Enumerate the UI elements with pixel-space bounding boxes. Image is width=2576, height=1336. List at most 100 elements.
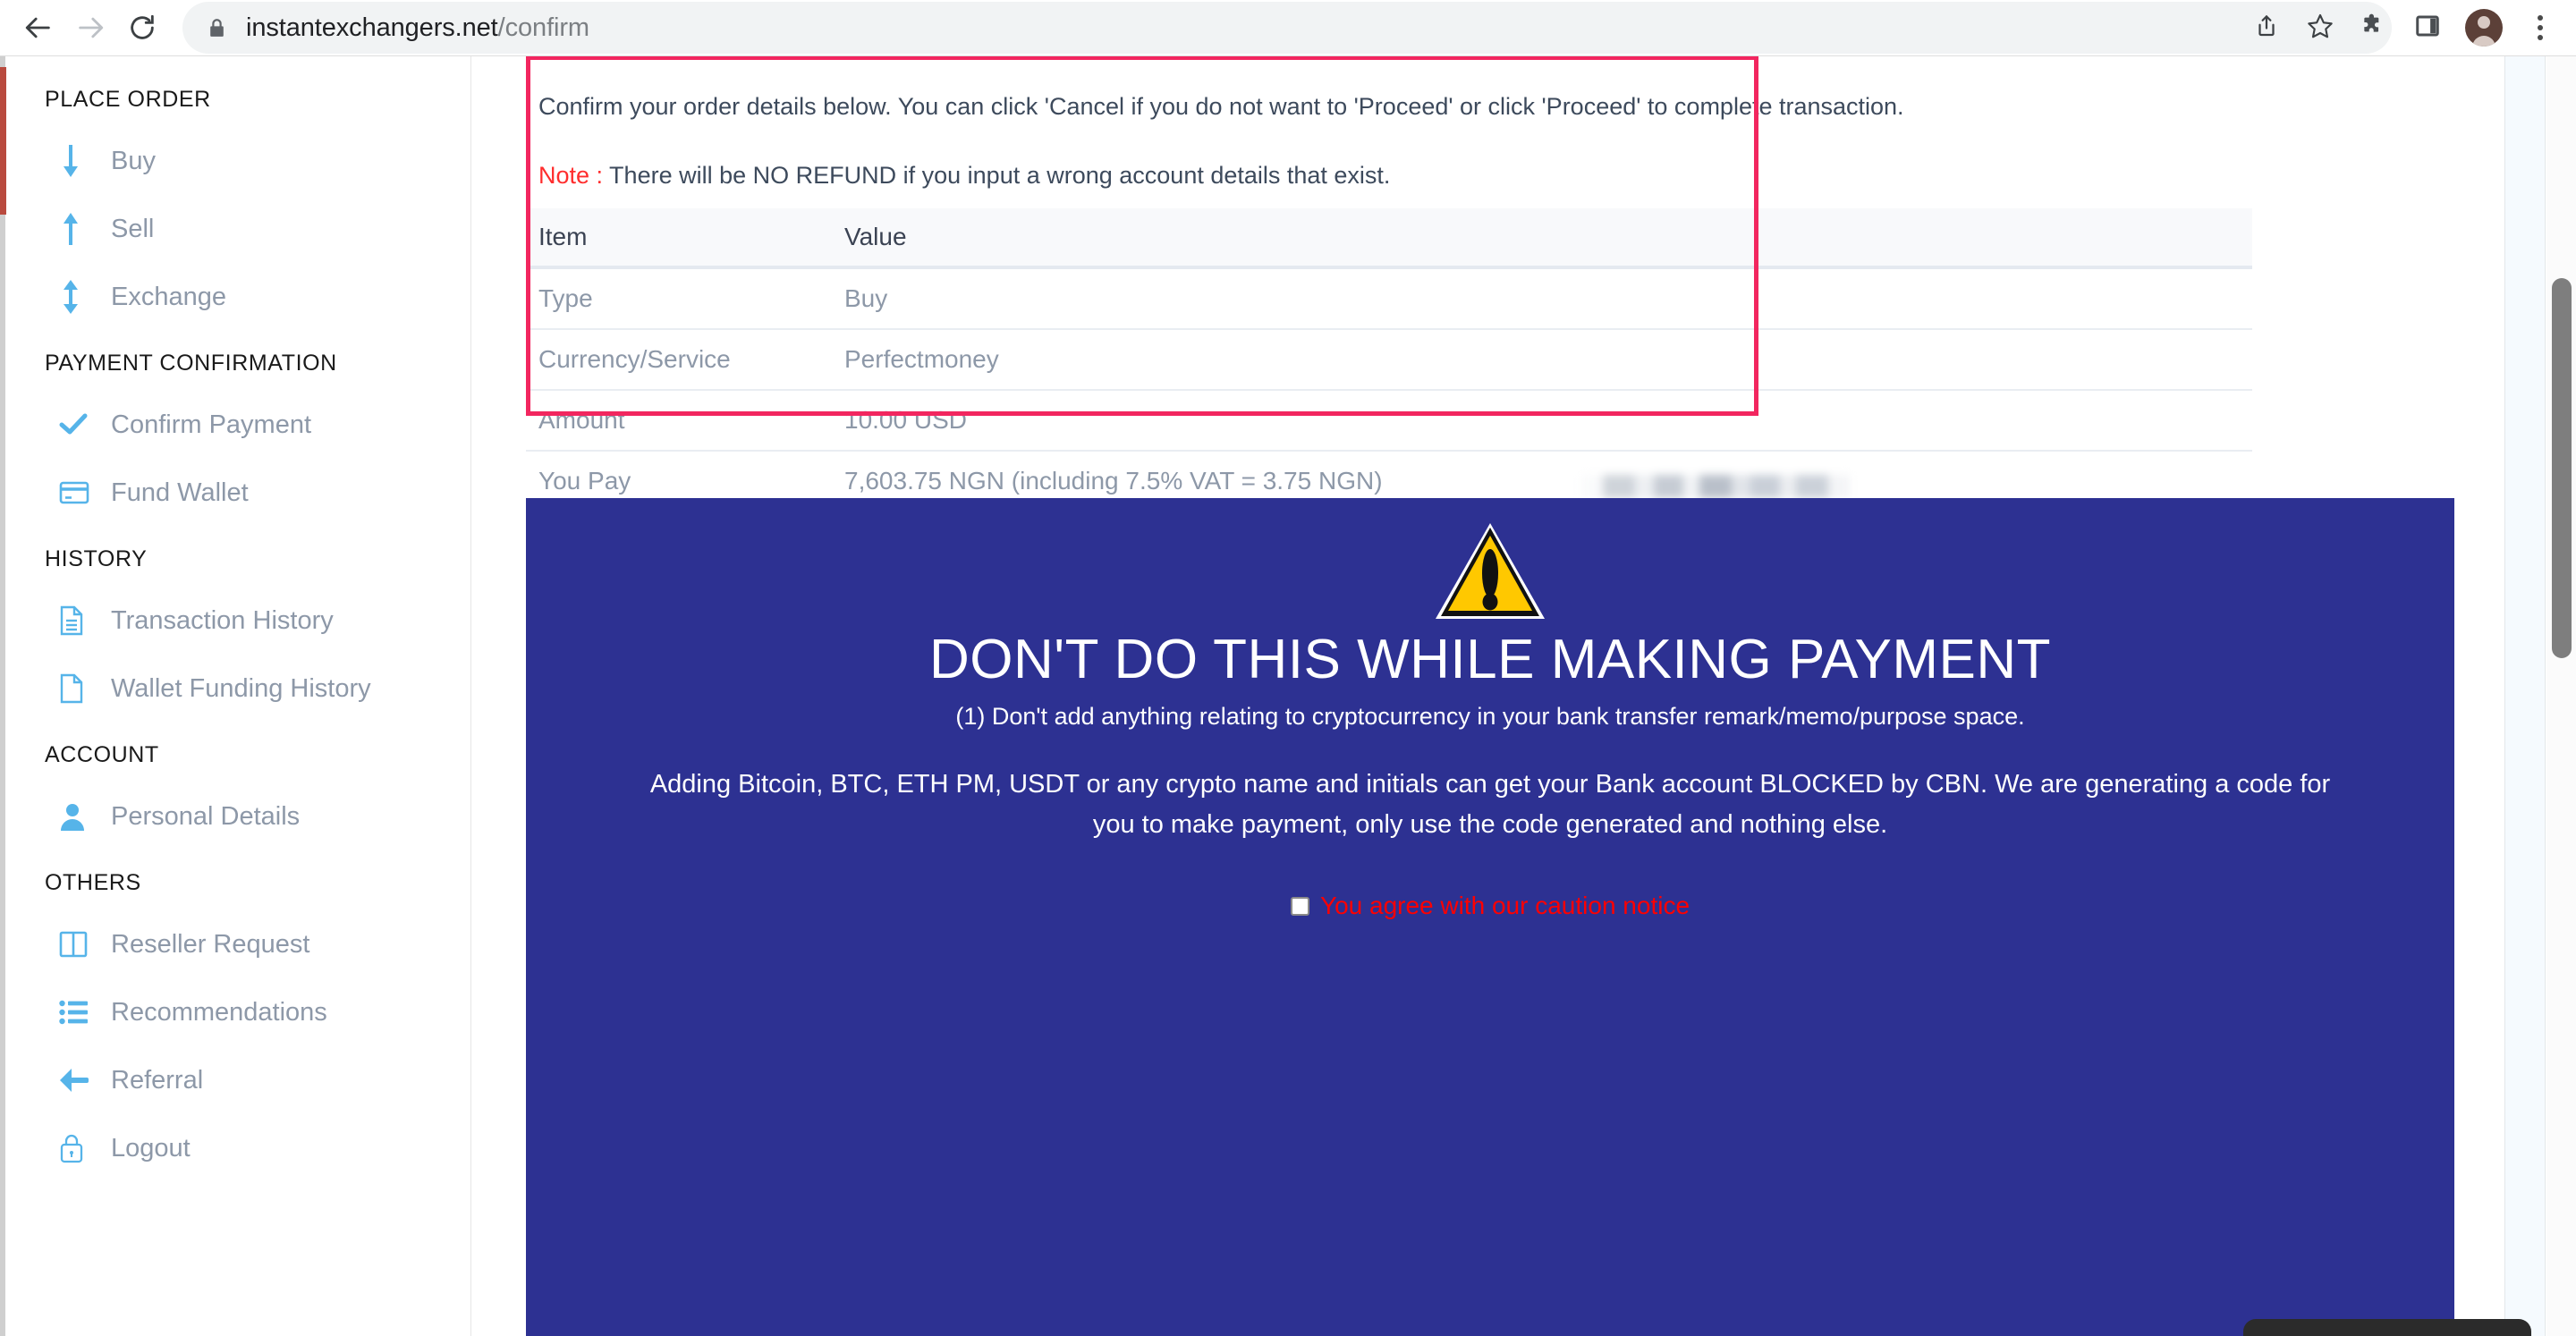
sidebar-item-label: Sell [111, 214, 155, 243]
agree-label[interactable]: You agree with our caution notice [1320, 892, 1690, 920]
avatar-icon [2465, 9, 2503, 47]
agree-checkbox[interactable] [1290, 896, 1309, 916]
banner-title: DON'T DO THIS WHILE MAKING PAYMENT [928, 629, 2052, 690]
address-bar[interactable]: instantexchangers.net/confirm [182, 2, 2392, 54]
url-domain: instantexchangers.net [246, 13, 498, 42]
sidebar: PLACE ORDER Buy Sell Exchange PAYMENT CO… [5, 56, 471, 1336]
arrow-left-icon [59, 1067, 98, 1094]
active-section-accent-bar [0, 67, 6, 215]
cell-item: Currency/Service [538, 345, 731, 373]
sidebar-item-buy[interactable]: Buy [5, 127, 470, 195]
star-icon [2306, 12, 2334, 45]
banner-subtitle: (1) Don't add anything relating to crypt… [955, 703, 2025, 731]
reload-button[interactable] [116, 2, 168, 54]
puzzle-piece-icon [2360, 12, 2388, 45]
warning-triangle-icon [526, 521, 2454, 626]
sidebar-item-logout[interactable]: Logout [5, 1114, 470, 1182]
sidebar-item-label: Confirm Payment [111, 410, 312, 439]
url-text: instantexchangers.net/confirm [246, 13, 589, 43]
cell-value: 10.00 USD [844, 406, 2252, 435]
note-label: Note : [538, 162, 604, 189]
table-row: Amount 10.00 USD [526, 391, 2252, 452]
table-row: Type Buy [526, 269, 2252, 330]
banner-body-text: Adding Bitcoin, BTC, ETH PM, USDT or any… [649, 770, 2331, 840]
check-icon [59, 411, 98, 438]
user-icon [59, 802, 98, 831]
cell-value-text: Perfectmoney [844, 345, 999, 373]
page-viewport: PLACE ORDER Buy Sell Exchange PAYMENT CO… [0, 56, 2576, 1336]
cell-value: Perfectmoney [844, 345, 2252, 374]
side-panel-icon [2414, 13, 2441, 44]
cell-value-text: 10.00 USD [844, 406, 967, 434]
column-header-item: Item [538, 223, 588, 250]
agreement-row[interactable]: You agree with our caution notice [526, 892, 2454, 920]
arrow-up-down-icon [59, 279, 98, 315]
bookmark-button[interactable] [2293, 2, 2347, 54]
forward-arrow-icon [75, 13, 106, 43]
omnibox-actions [2240, 2, 2347, 54]
sidebar-item-label: Personal Details [111, 801, 301, 831]
extensions-button[interactable] [2347, 2, 2401, 54]
cell-value: 7,603.75 NGN (including 7.5% VAT = 3.75 … [844, 467, 2252, 495]
back-button[interactable] [13, 2, 64, 54]
browser-actions [2347, 2, 2576, 54]
sidebar-heading-others: OTHERS [45, 870, 141, 895]
lock-icon [206, 17, 228, 39]
list-icon [59, 1000, 98, 1025]
document-lines-icon [59, 605, 98, 636]
sidebar-item-transaction-history[interactable]: Transaction History [5, 587, 470, 655]
sidebar-item-label: Buy [111, 146, 156, 175]
browser-toolbar: instantexchangers.net/confirm [0, 0, 2576, 56]
caution-banner: DON'T DO THIS WHILE MAKING PAYMENT (1) D… [526, 498, 2454, 1336]
cell-item: Amount [538, 406, 625, 434]
cell-item: You Pay [538, 467, 631, 495]
sidebar-item-label: Exchange [111, 282, 226, 311]
share-button[interactable] [2240, 2, 2293, 54]
document-icon [59, 673, 98, 704]
sidebar-item-label: Logout [111, 1133, 191, 1163]
sidebar-item-label: Recommendations [111, 997, 327, 1027]
sidebar-item-wallet-funding-history[interactable]: Wallet Funding History [5, 655, 470, 723]
sidebar-item-referral[interactable]: Referral [5, 1046, 470, 1114]
main-content: Confirm your order details below. You ca… [472, 56, 2504, 1336]
forward-button[interactable] [64, 2, 116, 54]
sidebar-item-personal-details[interactable]: Personal Details [5, 782, 470, 850]
sidebar-item-reseller-request[interactable]: Reseller Request [5, 910, 470, 978]
chat-widget-status[interactable]: Offline - We will… [2243, 1319, 2531, 1336]
page-scrollbar-thumb[interactable] [2552, 278, 2572, 658]
sidebar-item-label: Fund Wallet [111, 478, 249, 507]
browser-menu-button[interactable] [2513, 2, 2567, 54]
lock-icon [59, 1133, 98, 1163]
sidebar-heading-account: ACCOUNT [45, 742, 159, 767]
sidebar-heading-history: HISTORY [45, 546, 148, 571]
sidebar-item-confirm-payment[interactable]: Confirm Payment [5, 391, 470, 459]
note-text: Note : There will be NO REFUND if you in… [538, 162, 1390, 190]
page-scrollbar-track[interactable] [2546, 56, 2576, 1336]
cell-item: Type [538, 284, 593, 312]
sidebar-item-recommendations[interactable]: Recommendations [5, 978, 470, 1046]
sidebar-item-exchange[interactable]: Exchange [5, 263, 470, 331]
table-header-row: Item Value [526, 208, 2252, 269]
table-row: Currency/Service Perfectmoney [526, 330, 2252, 391]
sidebar-item-sell[interactable]: Sell [5, 195, 470, 263]
profile-button[interactable] [2454, 2, 2513, 54]
sidebar-item-label: Referral [111, 1065, 204, 1095]
three-dot-menu-icon [2538, 15, 2543, 40]
note-body: There will be NO REFUND if you input a w… [603, 162, 1391, 189]
redacted-text-strip [1581, 475, 1850, 498]
intro-text: Confirm your order details below. You ca… [538, 93, 1904, 120]
sidebar-heading-place-order: PLACE ORDER [45, 87, 211, 112]
back-arrow-icon [23, 13, 54, 43]
columns-icon [59, 931, 98, 958]
reload-icon [127, 13, 157, 43]
side-panel-button[interactable] [2401, 2, 2454, 54]
sidebar-heading-payment-confirmation: PAYMENT CONFIRMATION [45, 351, 337, 376]
right-side-panel [2504, 56, 2546, 1336]
sidebar-item-fund-wallet[interactable]: Fund Wallet [5, 459, 470, 527]
cell-value-text: Buy [844, 284, 888, 312]
cell-value-text: 7,603.75 NGN (including 7.5% VAT = 3.75 … [844, 467, 1383, 495]
share-icon [2253, 13, 2280, 44]
sidebar-item-label: Transaction History [111, 605, 334, 635]
sidebar-item-label: Reseller Request [111, 929, 310, 959]
column-header-value: Value [844, 223, 907, 250]
